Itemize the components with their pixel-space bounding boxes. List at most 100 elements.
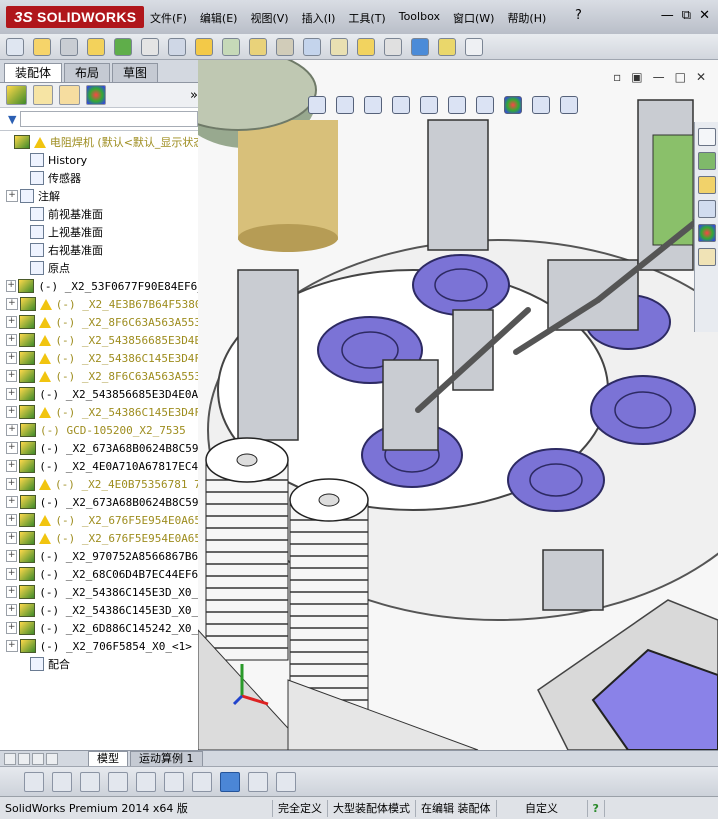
- viewport-maximize-icon[interactable]: □: [675, 70, 686, 84]
- tab-motion-study[interactable]: 运动算例 1: [130, 751, 203, 767]
- filter-input[interactable]: [20, 111, 198, 127]
- show-hidden-icon[interactable]: [222, 37, 240, 56]
- close-button[interactable]: ✕: [699, 8, 710, 23]
- tree-item[interactable]: + (-) _X2_4E0A710A67817EC44F: [0, 457, 198, 475]
- exploded-view-icon[interactable]: [357, 37, 375, 56]
- next-tab-icon[interactable]: [32, 753, 44, 765]
- tree-item[interactable]: + (-) _X2_676F5E954E0A659: [0, 529, 198, 547]
- expand-toggle-icon[interactable]: +: [6, 640, 18, 652]
- tree-item[interactable]: 配合: [0, 655, 198, 673]
- zoom-to-area-icon[interactable]: [336, 96, 354, 114]
- expand-panel-icon[interactable]: »: [190, 88, 198, 103]
- expand-toggle-icon[interactable]: +: [6, 190, 18, 202]
- expand-toggle-icon[interactable]: +: [6, 586, 18, 598]
- tree-item[interactable]: + 注解: [0, 187, 198, 205]
- tree-item[interactable]: 原点: [0, 259, 198, 277]
- tree-item[interactable]: 上视基准面: [0, 223, 198, 241]
- expand-toggle-icon[interactable]: +: [6, 352, 18, 364]
- expand-toggle-icon[interactable]: +: [6, 532, 18, 544]
- tree-root[interactable]: 电阻焊机 (默认<默认_显示状态-1>): [0, 133, 198, 151]
- tree-item[interactable]: + (-) _X2_8F6C63A563A553E: [0, 313, 198, 331]
- assembly-features-icon[interactable]: [249, 37, 267, 56]
- expand-toggle-icon[interactable]: +: [6, 568, 18, 580]
- tab-assembly[interactable]: 装配体: [4, 63, 63, 82]
- screen-capture-icon[interactable]: [465, 37, 483, 56]
- tree-item[interactable]: 前视基准面: [0, 205, 198, 223]
- menu-insert[interactable]: 插入(I): [302, 10, 336, 26]
- instant3d-icon[interactable]: [384, 37, 402, 56]
- tree-item[interactable]: + (-) _X2_543856685E3D4E0: [0, 331, 198, 349]
- section-view-icon[interactable]: [392, 96, 410, 114]
- expand-toggle-icon[interactable]: +: [6, 406, 18, 418]
- filter-icon[interactable]: ▼: [8, 113, 16, 126]
- axis-view-icon[interactable]: [192, 771, 212, 792]
- expand-toggle-icon[interactable]: +: [6, 478, 17, 490]
- tree-item[interactable]: + (-) _X2_4E0B75356781 7EC: [0, 475, 198, 493]
- new-file-icon[interactable]: [6, 37, 24, 56]
- feature-tree-icon[interactable]: [6, 85, 27, 105]
- move-component-icon[interactable]: [195, 37, 213, 56]
- menu-window[interactable]: 窗口(W): [453, 10, 494, 26]
- tree-item[interactable]: + (-) _X2_53F0677F90E84EF6_X0_<: [0, 277, 198, 295]
- expand-toggle-icon[interactable]: +: [6, 298, 18, 310]
- expand-toggle-icon[interactable]: +: [6, 550, 18, 562]
- solidworks-logo[interactable]: 3S SOLIDWORKS: [6, 6, 145, 28]
- tree-item[interactable]: 传感器: [0, 169, 198, 187]
- expand-toggle-icon[interactable]: +: [6, 496, 18, 508]
- tree-item[interactable]: + (-) _X2_673A68B0624B8C591: [0, 439, 198, 457]
- tree-item[interactable]: + (-) GCD-105200_X2_7535: [0, 421, 198, 439]
- tab-model[interactable]: 模型: [88, 751, 128, 767]
- insert-component-icon[interactable]: [87, 37, 105, 56]
- reference-geometry-icon[interactable]: [276, 37, 294, 56]
- zoom-to-fit-icon[interactable]: [308, 96, 326, 114]
- expand-toggle-icon[interactable]: +: [6, 280, 17, 292]
- restore-button[interactable]: ⧉: [682, 8, 691, 23]
- appearances-icon[interactable]: [697, 224, 716, 242]
- expand-toggle-icon[interactable]: +: [6, 442, 18, 454]
- new-motion-study-icon[interactable]: [303, 37, 321, 56]
- expand-toggle-icon[interactable]: +: [6, 334, 18, 346]
- expand-toggle-icon[interactable]: +: [6, 604, 18, 616]
- custom-properties-icon[interactable]: [697, 248, 716, 266]
- hide-show-items-icon[interactable]: [476, 96, 494, 114]
- prev-tab-icon[interactable]: [18, 753, 30, 765]
- expand-toggle-icon[interactable]: +: [6, 316, 18, 328]
- menu-view[interactable]: 视图(V): [250, 10, 288, 26]
- solidworks-resources-icon[interactable]: [697, 128, 716, 146]
- view-orientation-icon[interactable]: [420, 96, 438, 114]
- tree-item[interactable]: + (-) _X2_54386C145E3D4F9: [0, 349, 198, 367]
- configuration-manager-icon[interactable]: [59, 85, 80, 105]
- help-status-icon[interactable]: ?: [588, 799, 605, 817]
- draft-quality-icon[interactable]: [164, 771, 184, 792]
- units-status[interactable]: 自定义: [497, 799, 588, 817]
- design-library-icon[interactable]: [697, 152, 716, 170]
- first-tab-icon[interactable]: [4, 753, 16, 765]
- hidden-lines-visible-icon[interactable]: [52, 771, 72, 792]
- large-assembly-icon[interactable]: [438, 37, 456, 56]
- help-icon[interactable]: ?: [575, 8, 582, 23]
- edit-component-icon[interactable]: [60, 37, 78, 56]
- display-manager-icon[interactable]: [85, 85, 106, 105]
- last-tab-icon[interactable]: [46, 753, 58, 765]
- menu-tools[interactable]: 工具(T): [348, 10, 385, 26]
- menu-help[interactable]: 帮助(H): [507, 10, 546, 26]
- tree-item[interactable]: + (-) _X2_706F5854_X0_<1> (: [0, 637, 198, 655]
- minimize-button[interactable]: —: [661, 8, 674, 23]
- tree-item[interactable]: + (-) _X2_673A68B0624B8C591: [0, 493, 198, 511]
- hidden-lines-removed-icon[interactable]: [80, 771, 100, 792]
- expand-toggle-icon[interactable]: +: [6, 622, 18, 634]
- menu-toolbox[interactable]: Toolbox: [399, 10, 440, 26]
- open-file-icon[interactable]: [33, 37, 51, 56]
- wireframe-icon[interactable]: [24, 771, 44, 792]
- tree-item[interactable]: + (-) _X2_54386C145E3D_X0__6: [0, 583, 198, 601]
- viewport-minimize-icon[interactable]: —: [653, 70, 665, 84]
- display-style-icon[interactable]: [448, 96, 466, 114]
- edit-appearance-icon[interactable]: [504, 96, 522, 114]
- property-manager-icon[interactable]: [32, 85, 53, 105]
- tree-item[interactable]: + (-) _X2_8F6C63A563A553E: [0, 367, 198, 385]
- tree-item[interactable]: + (-) _X2_68C06D4B7EC44EF6_X: [0, 565, 198, 583]
- view-palette-icon[interactable]: [697, 200, 716, 218]
- expand-toggle-icon[interactable]: +: [6, 514, 18, 526]
- menu-edit[interactable]: 编辑(E): [200, 10, 238, 26]
- tree-item[interactable]: + (-) _X2_54386C145E3D4F9: [0, 403, 198, 421]
